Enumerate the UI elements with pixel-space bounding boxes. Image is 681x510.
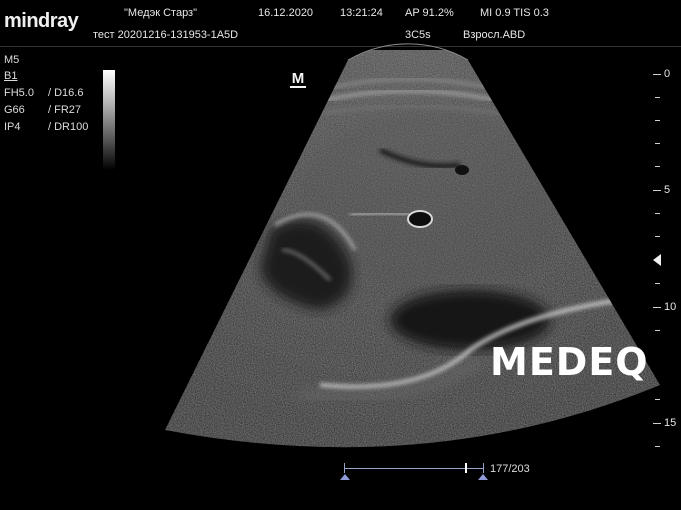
orientation-marker-letter: M [290,70,306,88]
depth-tick [653,74,661,75]
depth-label-0: 0 [664,68,671,80]
cine-start-cap [344,463,345,473]
depth-tick [655,143,660,144]
orientation-marker: M [290,70,306,88]
depth-tick [653,190,661,191]
depth-tick [655,213,660,214]
depth-tick [655,236,660,237]
depth-tick [653,423,661,424]
cine-end-cap [483,463,484,473]
depth-tick [655,330,660,331]
depth-tick [655,446,660,447]
medeq-watermark: MEDEQ [490,340,649,384]
cine-track [344,468,484,469]
depth-tick [655,283,660,284]
focus-marker-icon[interactable] [653,254,662,266]
depth-tick [653,307,661,308]
cine-start-marker-icon[interactable] [340,474,350,480]
ultrasound-image [165,43,660,448]
depth-tick [655,399,660,400]
cine-cursor[interactable] [464,463,467,473]
cine-end-marker-icon[interactable] [478,474,488,480]
depth-tick [655,120,660,121]
depth-label-10: 10 [664,301,677,313]
cine-frame-counter: 177/203 [490,463,530,475]
depth-tick [655,97,660,98]
depth-label-5: 5 [664,184,671,196]
depth-tick [655,166,660,167]
depth-label-15: 15 [664,417,677,429]
